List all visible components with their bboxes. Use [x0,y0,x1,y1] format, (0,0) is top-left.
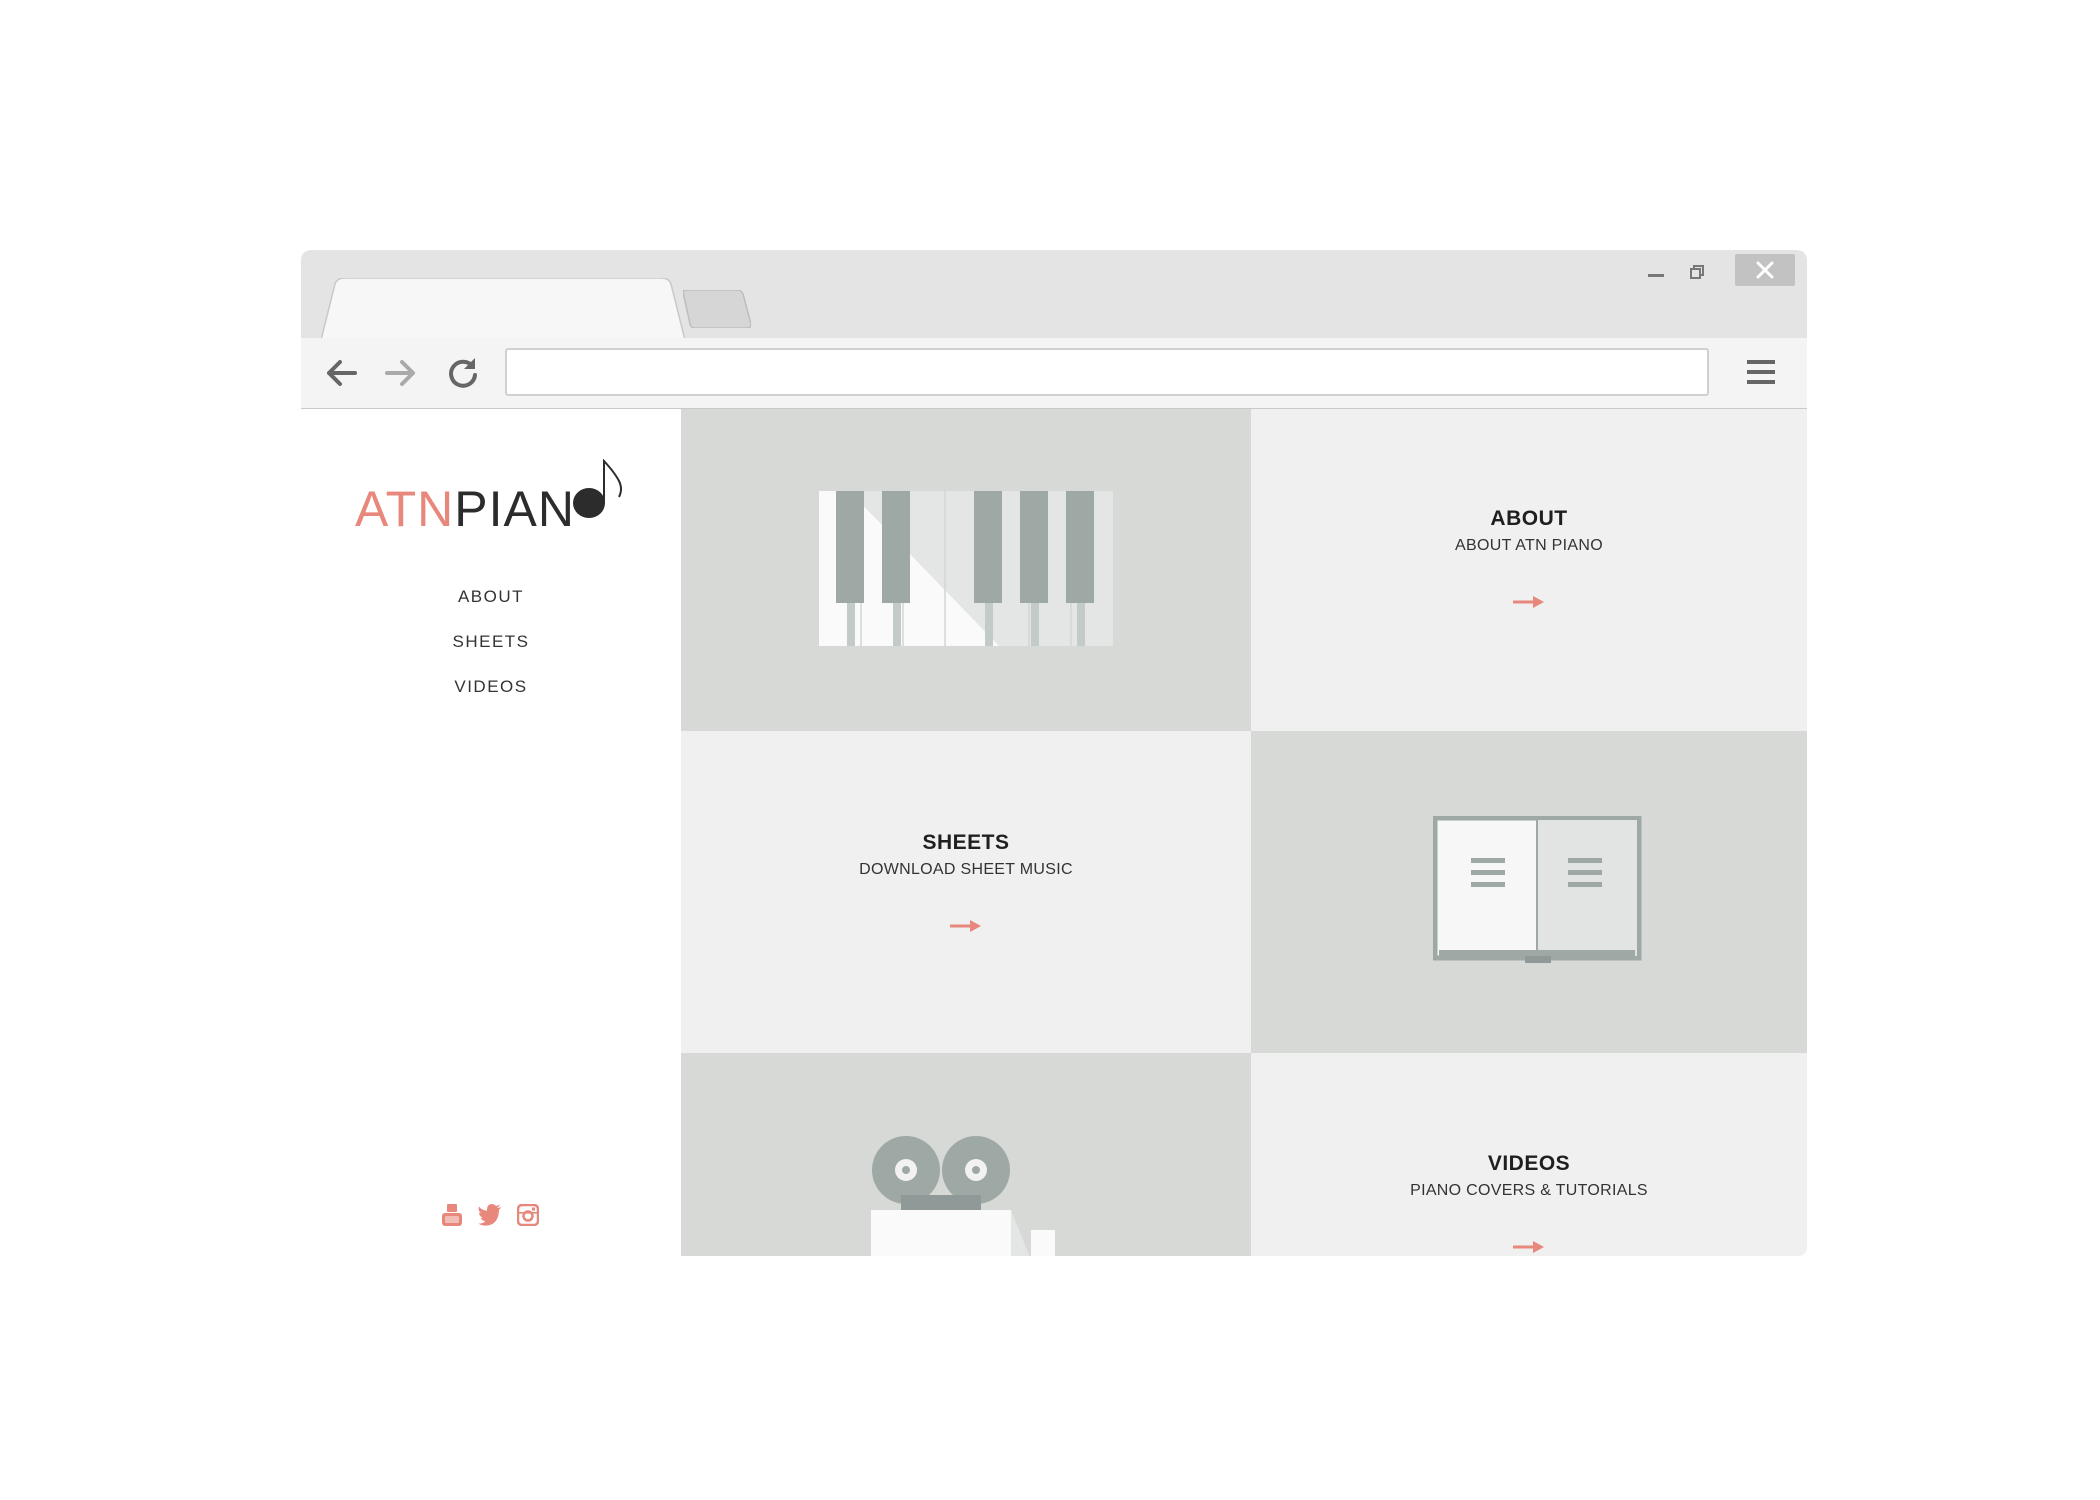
social-links [441,1204,541,1232]
piano-keys-icon [819,491,1113,646]
sheets-card-content: SHEETS DOWNLOAD SHEET MUSIC [681,831,1251,933]
address-bar[interactable] [505,348,1709,396]
restore-icon[interactable] [1690,265,1704,279]
logo-text: ATNPIAN [355,479,575,539]
youtube-icon[interactable] [441,1204,463,1226]
sheet-music-illustration-tile[interactable] [1251,731,1807,1053]
sheets-card-title: SHEETS [922,831,1010,854]
content-grid: ABOUT ABOUT ATN PIANO SHEETS DOWNLOAD SH… [681,409,1807,1256]
sidebar-link-about[interactable]: ABOUT [301,574,681,619]
hamburger-menu-icon[interactable] [1745,356,1777,388]
twitter-icon[interactable] [478,1204,502,1226]
open-book-icon [1433,816,1642,963]
videos-card-title: VIDEOS [1487,1152,1571,1175]
browser-toolbar [301,338,1807,409]
reload-icon[interactable] [445,355,481,391]
site-logo[interactable]: ATNPIAN [355,459,635,539]
videos-card[interactable]: VIDEOS PIANO COVERS & TUTORIALS [1251,1053,1807,1256]
sidebar-link-videos[interactable]: VIDEOS [301,664,681,709]
title-bar [301,250,1807,340]
back-arrow-icon[interactable] [323,355,359,391]
arrow-right-icon[interactable] [1513,595,1545,609]
arrow-right-icon[interactable] [950,919,982,933]
close-window-button[interactable] [1735,254,1795,286]
new-tab-button[interactable] [683,290,751,328]
about-card-subtitle: ABOUT ATN PIANO [1455,537,1603,554]
web-page: ATNPIAN ABOUT SHEETS VIDEOS ABOUT ABOUT … [301,409,1807,1256]
forward-arrow-icon[interactable] [383,355,419,391]
piano-illustration-tile[interactable] [681,409,1251,731]
music-note-icon [573,459,622,518]
sidebar-link-sheets[interactable]: SHEETS [301,619,681,664]
minimize-icon[interactable] [1648,274,1664,277]
sidebar-nav: ABOUT SHEETS VIDEOS [301,574,681,709]
videos-card-content: VIDEOS PIANO COVERS & TUTORIALS [1251,1152,1807,1254]
logo-pian-text: PIAN [454,481,575,537]
sheets-card-subtitle: DOWNLOAD SHEET MUSIC [859,861,1073,878]
sheets-card[interactable]: SHEETS DOWNLOAD SHEET MUSIC [681,731,1251,1053]
about-card[interactable]: ABOUT ABOUT ATN PIANO [1251,409,1807,731]
active-tab[interactable] [321,278,685,340]
sidebar: ATNPIAN ABOUT SHEETS VIDEOS [301,409,681,1256]
close-icon [1756,261,1774,279]
videos-card-subtitle: PIANO COVERS & TUTORIALS [1410,1182,1648,1199]
arrow-right-icon[interactable] [1513,1240,1545,1254]
about-card-content: ABOUT ABOUT ATN PIANO [1251,507,1807,609]
film-camera-icon [871,1136,1055,1256]
about-card-title: ABOUT [1490,507,1568,530]
logo-atn-text: ATN [355,481,455,537]
browser-window: ATNPIAN ABOUT SHEETS VIDEOS ABOUT ABOUT … [301,250,1807,1256]
instagram-icon[interactable] [517,1204,539,1226]
video-camera-illustration-tile[interactable] [681,1053,1251,1256]
